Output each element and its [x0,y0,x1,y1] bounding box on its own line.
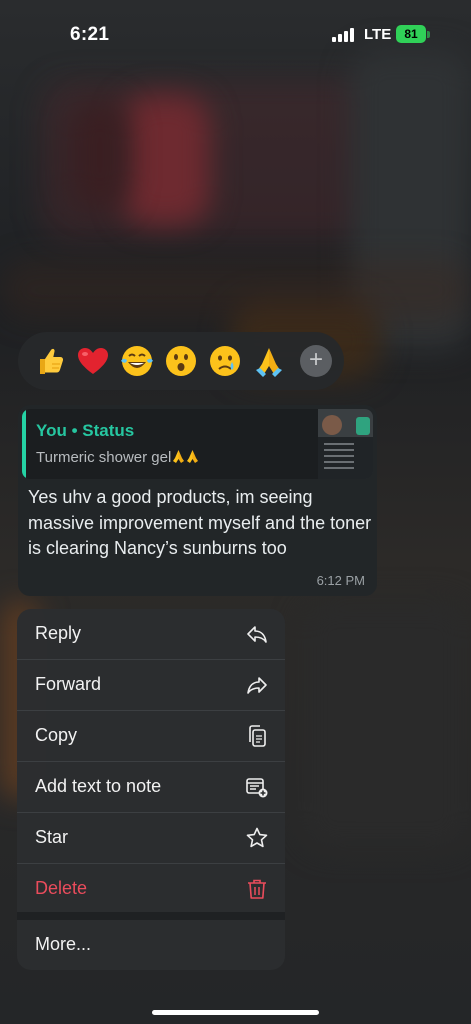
reply-icon [247,626,267,643]
menu-section-divider [17,912,285,920]
home-indicator[interactable] [152,1010,319,1015]
menu-item-label: Forward [35,674,102,694]
network-label: LTE [364,26,392,43]
thumbs-up-emoji[interactable] [30,342,68,380]
menu-item-star[interactable]: Star [17,813,285,863]
reaction-bar: + [18,332,344,390]
add-note-icon [246,778,268,798]
menu-item-delete[interactable]: Delete [17,864,285,914]
menu-item-add-text-to-note[interactable]: Add text to note [17,762,285,812]
quote-text-row: Turmeric shower gel [36,449,199,466]
folded-hands-icon [187,450,199,463]
quote-text: Turmeric shower gel [36,449,172,466]
menu-item-label: Copy [35,725,78,745]
status-time: 6:21 [70,24,110,45]
menu-item-copy[interactable]: Copy [17,711,285,761]
star-icon [246,827,268,848]
menu-item-more[interactable]: More... [17,920,285,970]
menu-item-label: Delete [35,878,88,898]
trash-icon [248,879,266,899]
forward-icon [247,677,267,694]
message-text: Yes uhv a good products, im seeing massi… [28,487,372,558]
message-bubble[interactable]: You • Status Turmeric shower gel Yes uhv… [18,405,377,596]
message-time: 6:12 PM [316,573,365,588]
menu-item-label: Add text to note [35,776,162,796]
folded-hands-emoji[interactable] [250,342,288,380]
menu-item-label: More... [35,934,92,954]
copy-icon [249,725,266,747]
signal-icon [332,28,356,42]
battery-icon: 81 [396,25,426,43]
red-heart-emoji[interactable] [74,342,112,380]
tears-of-joy-emoji[interactable] [118,342,156,380]
menu-item-reply[interactable]: Reply [17,609,285,659]
status-bar: 6:21 LTE 81 [0,0,471,70]
status-thumbnail [318,409,373,479]
menu-item-label: Reply [35,623,82,643]
menu-item-forward[interactable]: Forward [17,660,285,710]
folded-hands-icon [173,450,185,463]
surprised-face-emoji[interactable] [162,342,200,380]
quoted-status[interactable]: You • Status Turmeric shower gel [22,409,373,479]
quote-title: You • Status [36,421,135,440]
menu-item-label: Star [35,827,69,847]
add-reaction-button[interactable]: + [300,345,332,377]
quote-accent-bar [22,409,26,479]
context-menu: Reply Forward Copy Add text to note Star… [17,609,285,970]
crying-face-emoji[interactable] [206,342,244,380]
